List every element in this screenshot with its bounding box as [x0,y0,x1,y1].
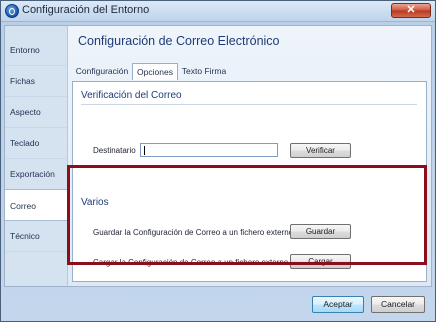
destinatario-input[interactable] [140,143,278,157]
client-area: Entorno Fichas Aspecto Teclado Exportaci… [4,25,432,287]
destinatario-label: Destinatario [93,146,136,155]
sidebar-item-exportacion[interactable]: Exportación [5,158,67,190]
group-divider [81,104,417,105]
sidebar-item-entorno[interactable]: Entorno [5,34,67,66]
cargar-button[interactable]: Cargar [290,254,351,269]
window-title: Configuración del Entorno [22,4,150,16]
tab-texto-firma[interactable]: Texto Firma [179,64,229,79]
cancel-button[interactable]: Cancelar [371,296,425,313]
tab-opciones[interactable]: Opciones [132,63,178,80]
guardar-description: Guardar la Configuración de Correo a un … [93,228,294,237]
guardar-button[interactable]: Guardar [290,224,351,239]
title-bar[interactable]: Configuración del Entorno ✕ [1,1,435,22]
main-panel: Configuración de Correo Electrónico Conf… [68,26,431,286]
verificar-button[interactable]: Verificar [290,143,351,158]
app-icon [5,4,19,18]
close-button[interactable]: ✕ [391,3,431,18]
sidebar: Entorno Fichas Aspecto Teclado Exportaci… [5,26,68,286]
cargar-description: Cargar la Configuración de Correo a un f… [93,258,289,267]
group-title-varios: Varios [81,197,109,208]
tab-configuracion[interactable]: Configuración [73,64,131,79]
sidebar-item-aspecto[interactable]: Aspecto [5,96,67,128]
group-title-verificacion: Verificación del Correo [81,90,182,101]
settings-window: Configuración del Entorno ✕ Entorno Fich… [0,0,436,322]
accept-button[interactable]: Aceptar [312,296,364,313]
sidebar-item-teclado[interactable]: Teclado [5,127,67,159]
tab-panel-opciones: Verificación del Correo Destinatario Ver… [72,81,427,282]
sidebar-item-correo[interactable]: Correo [5,189,68,221]
page-title: Configuración de Correo Electrónico [78,34,280,48]
text-caret [144,146,145,155]
sidebar-item-fichas[interactable]: Fichas [5,65,67,97]
sidebar-item-tecnico[interactable]: Técnico [5,220,67,252]
